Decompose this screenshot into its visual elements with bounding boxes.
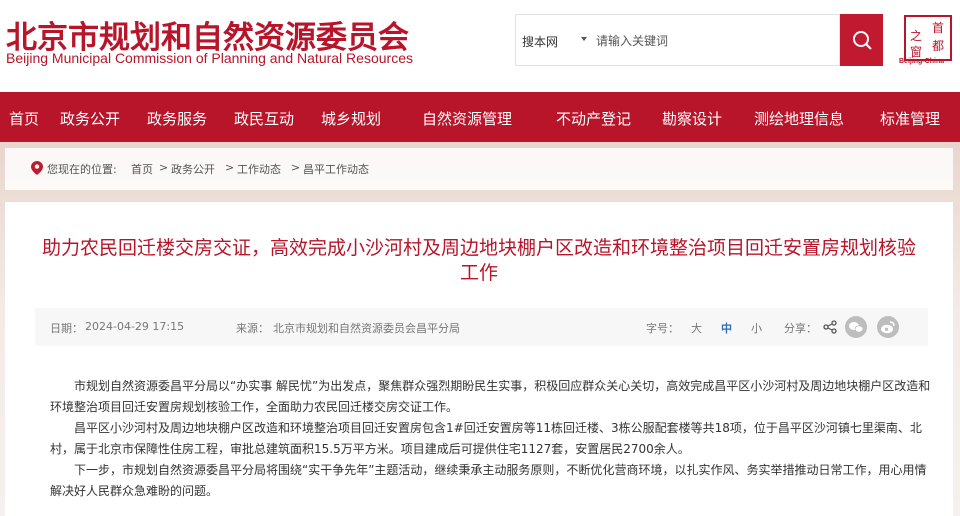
nav-item-gov-open[interactable]: 政务公开 [60, 108, 120, 129]
location-pin-icon [31, 161, 43, 175]
breadcrumb-sep: > [159, 161, 169, 174]
breadcrumb-sep: > [225, 161, 235, 174]
nav-item-real-estate[interactable]: 不动产登记 [556, 108, 631, 129]
font-size-medium[interactable]: 中 [721, 320, 732, 336]
wechat-icon[interactable] [845, 316, 867, 338]
share-label: 分享： [784, 322, 817, 335]
logo-caption: Beijing-China [899, 58, 945, 65]
nav-item-interaction[interactable]: 政民互动 [234, 108, 294, 129]
logo-char-3: 之 [910, 29, 922, 43]
breadcrumb-sep: > [291, 161, 301, 174]
breadcrumb-gov-open[interactable]: 政务公开 [171, 161, 215, 177]
nav-item-home[interactable]: 首页 [9, 108, 39, 129]
font-size-large[interactable]: 大 [691, 320, 702, 336]
main-nav: 首页 政务公开 政务服务 政民互动 城乡规划 自然资源管理 不动产登记 勘察设计… [0, 92, 960, 142]
nav-item-natural-resources[interactable]: 自然资源管理 [422, 108, 512, 129]
search-box: 搜本网 [515, 14, 840, 66]
logo-char-4: 窗 [910, 45, 922, 59]
chevron-down-icon[interactable] [580, 35, 588, 43]
site-header: 北京市规划和自然资源委员会 Beijing Municipal Commissi… [0, 0, 960, 92]
search-button[interactable] [840, 14, 883, 66]
article-title: 助力农民回迁楼交房交证，高效完成小沙河村及周边地块棚户区改造和环境整治项目回迁安… [41, 237, 916, 284]
publish-date: 2024-04-29 17:15 [85, 320, 185, 333]
article-paragraph: 昌平区小沙河村及周边地块棚户区改造和环境整治项目回迁安置房包含1#回迁安置房等1… [50, 421, 922, 456]
nav-item-gov-service[interactable]: 政务服务 [147, 108, 207, 129]
site-title-en: Beijing Municipal Commission of Planning… [6, 50, 413, 66]
date-label: 日期： [50, 322, 83, 335]
nav-item-surveying-geo[interactable]: 测绘地理信息 [754, 108, 844, 129]
breadcrumb-home[interactable]: 首页 [131, 161, 153, 177]
nav-item-urban-planning[interactable]: 城乡规划 [321, 108, 381, 129]
search-icon [852, 31, 872, 50]
nav-item-standards[interactable]: 标准管理 [880, 108, 940, 129]
search-scope-select[interactable]: 搜本网 [522, 33, 558, 50]
article-paragraph: 市规划自然资源委昌平分局以“办实事 解民忧”为出发点，聚焦群众强烈期盼民生实事，… [50, 379, 931, 414]
article-body: 市规划自然资源委昌平分局以“办实事 解民忧”为出发点，聚焦群众强烈期盼民生实事，… [50, 376, 935, 502]
article-meta-bar: 日期： 2024-04-29 17:15 来源： 北京市规划和自然资源委员会昌平… [35, 308, 928, 346]
article-source: 北京市规划和自然资源委员会昌平分局 [273, 322, 460, 335]
capital-window-logo[interactable]: 首 之 都 窗 [902, 14, 954, 64]
nav-item-survey-design[interactable]: 勘察设计 [662, 108, 722, 129]
share-icon[interactable] [823, 320, 837, 334]
font-size-label: 字号： [646, 322, 679, 335]
font-size-small[interactable]: 小 [751, 320, 762, 336]
article-panel: 助力农民回迁楼交房交证，高效完成小沙河村及周边地块棚户区改造和环境整治项目回迁安… [5, 202, 953, 516]
search-input[interactable] [596, 29, 831, 53]
article-paragraph: 下一步，市规划自然资源委昌平分局将围绕“实干争先年”主题活动，继续秉承主动服务原… [50, 463, 927, 498]
breadcrumb-work-news[interactable]: 工作动态 [237, 161, 281, 177]
breadcrumb: 您现在的位置: 首页 > 政务公开 > 工作动态 > 昌平工作动态 [5, 148, 953, 190]
source-label: 来源： [236, 322, 269, 335]
breadcrumb-changping-news[interactable]: 昌平工作动态 [303, 161, 369, 177]
logo-char-2: 都 [932, 39, 944, 53]
weibo-icon[interactable] [877, 316, 899, 338]
logo-char-1: 首 [932, 21, 944, 35]
breadcrumb-prefix: 您现在的位置: [47, 163, 117, 176]
